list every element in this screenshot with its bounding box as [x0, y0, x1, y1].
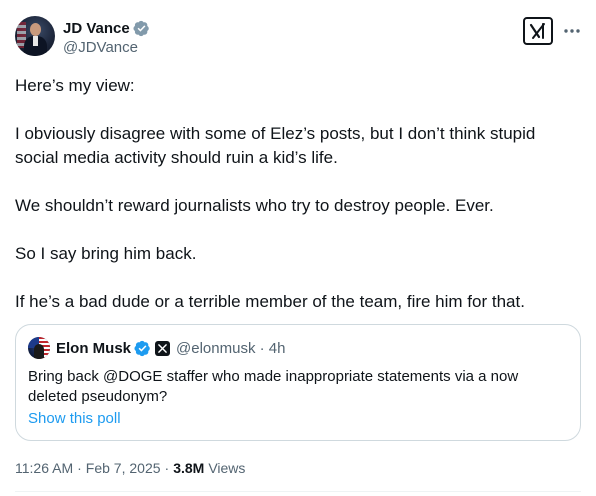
- quoted-tweet[interactable]: Elon Musk @elonmusk · 4h Bring back @DOG…: [15, 324, 581, 441]
- tweet-header: JD Vance @JDVance: [15, 16, 581, 60]
- quoted-author-display-name: Elon Musk: [56, 339, 132, 357]
- quoted-author-avatar: [28, 337, 50, 359]
- more-horizontal-icon: [564, 29, 580, 33]
- tweet-text: Here’s my view: I obviously disagree wit…: [15, 74, 581, 314]
- verified-badge-icon[interactable]: [133, 20, 150, 37]
- tweet: JD Vance @JDVance Here’s my view: I obvi…: [0, 0, 596, 496]
- views-label: Views: [208, 460, 246, 476]
- author-names: JD Vance @JDVance: [63, 19, 150, 56]
- grok-icon: [529, 23, 545, 39]
- quoted-tweet-text: Bring back @DOGE staffer who made inappr…: [28, 368, 519, 405]
- tweet-metadata: 11:26 AM · Feb 7, 2025 · 3.8M Views: [15, 459, 245, 477]
- author-avatar[interactable]: [15, 16, 55, 56]
- show-poll-link[interactable]: Show this poll: [28, 410, 121, 427]
- tweet-paragraph: If he’s a bad dude or a terrible member …: [15, 292, 525, 311]
- tweet-date[interactable]: Feb 7, 2025: [86, 460, 161, 476]
- tweet-paragraph: So I say bring him back.: [15, 244, 197, 263]
- tweet-paragraph: We shouldn’t reward journalists who try …: [15, 196, 494, 215]
- author-display-name[interactable]: JD Vance: [63, 20, 130, 37]
- x-affiliate-badge-icon: [155, 340, 171, 356]
- tweet-paragraph: I obviously disagree with some of Elez’s…: [15, 124, 536, 167]
- quoted-author-handle-time: @elonmusk · 4h: [176, 339, 286, 357]
- divider: [15, 491, 581, 492]
- quoted-tweet-header: Elon Musk @elonmusk · 4h: [28, 337, 285, 359]
- more-options-button[interactable]: [561, 18, 583, 44]
- tweet-paragraph: Here’s my view:: [15, 76, 135, 95]
- author-handle[interactable]: @JDVance: [63, 39, 150, 56]
- meta-separator: ·: [164, 460, 170, 476]
- verified-badge-icon: [134, 340, 150, 356]
- grok-button[interactable]: [523, 17, 553, 45]
- views-count: 3.8M: [173, 460, 205, 476]
- tweet-time[interactable]: 11:26 AM: [15, 460, 73, 476]
- meta-separator: ·: [77, 460, 82, 476]
